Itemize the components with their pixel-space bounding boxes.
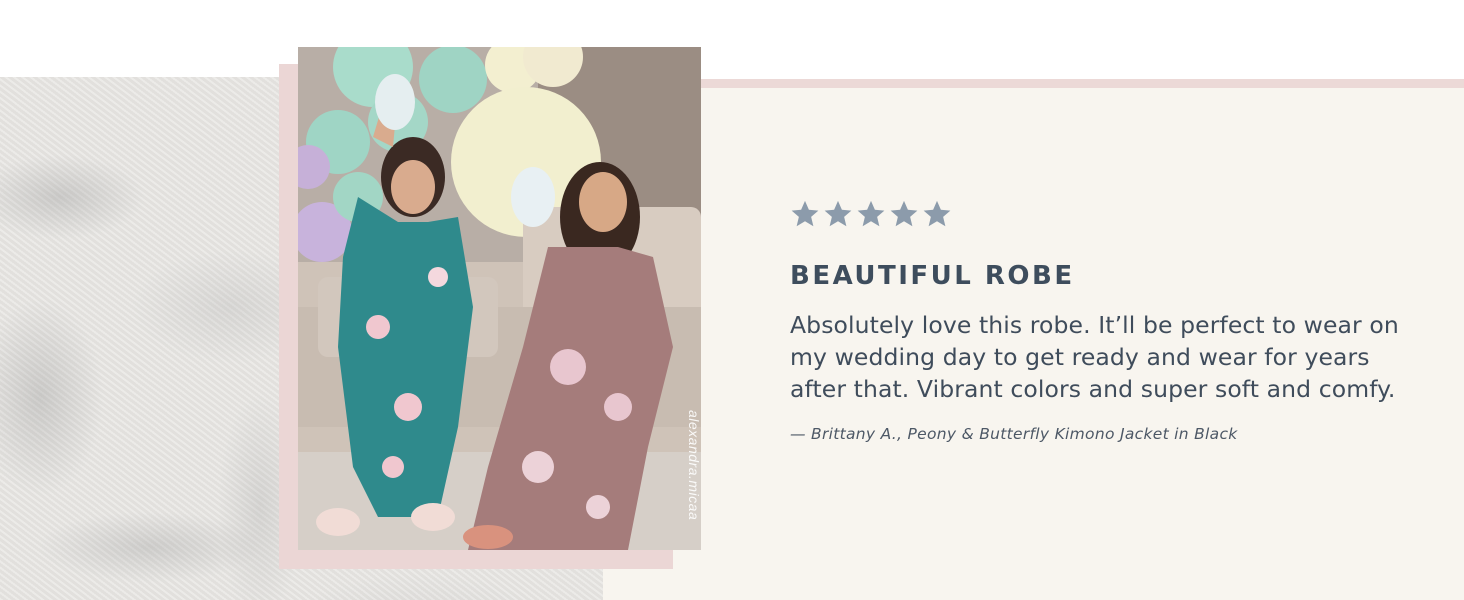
star-icon [890,200,918,227]
review-body: Absolutely love this robe. It’ll be perf… [790,311,1399,403]
star-icon [824,200,852,227]
customer-review: BEAUTIFUL ROBE Absolutely love this robe… [790,198,1430,443]
review-attribution: — Brittany A., Peony & Butterfly Kimono … [790,425,1238,443]
accent-strip [700,79,1464,88]
photo-watermark: alexandra.micaa [686,410,702,521]
star-icon [857,200,885,227]
customer-photo [298,47,701,550]
customer-photo-illustration [298,47,701,550]
star-icon [791,200,819,227]
star-rating [790,198,1430,234]
review-title: BEAUTIFUL ROBE [790,261,1075,291]
star-icon [923,200,951,227]
